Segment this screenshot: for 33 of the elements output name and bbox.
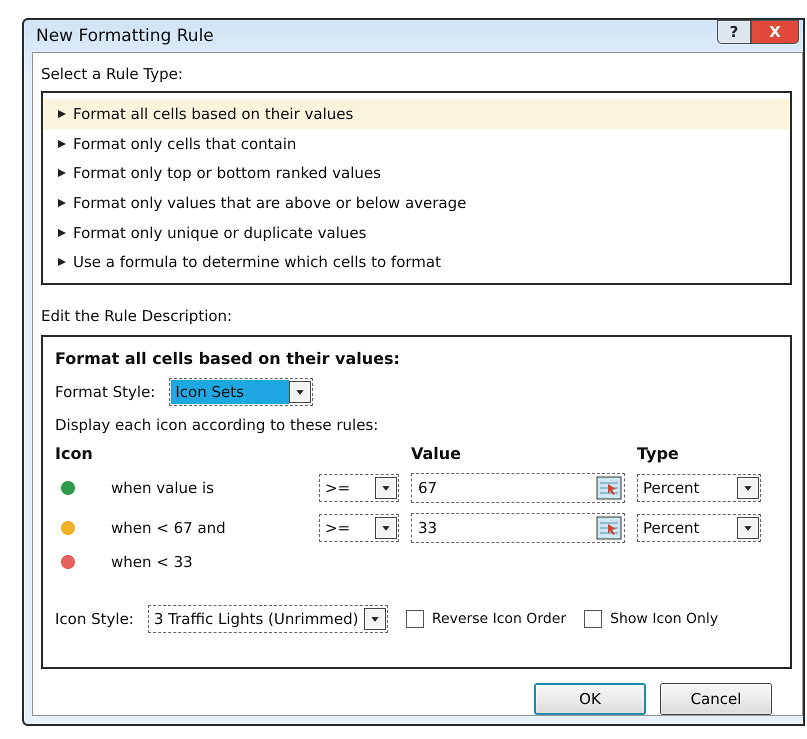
format-style-label: Format Style: — [55, 383, 156, 401]
rule-type-item[interactable]: Use a formula to determine which cells to format — [43, 247, 790, 278]
operator-dropdown[interactable]: >= — [319, 514, 399, 542]
dialog-button[interactable]: Cancel — [660, 683, 772, 715]
instruction-text: Display each icon according to these rules: — [55, 416, 380, 434]
format-style-dropdown[interactable]: Icon Sets — [169, 378, 314, 406]
rule-type-item[interactable]: Format only values that are above or below average — [43, 188, 790, 218]
checkbox-label: Show Icon Only — [610, 611, 718, 627]
type-dropdown[interactable]: Percent — [637, 474, 761, 502]
section-label: Select a Rule Type: — [41, 65, 184, 83]
rule-type-item[interactable]: Format only unique or duplicate values — [43, 218, 790, 248]
close-button[interactable]: X — [751, 20, 799, 44]
condition-text: when < 33 — [111, 553, 194, 571]
icon-style-label: Icon Style: — [55, 610, 134, 628]
operator-dropdown[interactable]: >= — [319, 474, 399, 502]
checkbox-label: Reverse Icon Order — [432, 611, 566, 627]
help-button[interactable]: ? — [717, 20, 751, 44]
rule-type-item[interactable]: Format only cells that contain — [43, 128, 790, 158]
column-header: Value — [411, 444, 462, 463]
value-field[interactable]: 67 — [411, 473, 625, 503]
dialog-button[interactable]: OK — [534, 683, 646, 715]
column-header: Type — [637, 444, 680, 463]
rule-heading: Format all cells based on their values: — [55, 349, 401, 368]
type-dropdown[interactable]: Percent — [637, 514, 761, 542]
value-field[interactable]: 33 — [411, 513, 625, 543]
rule-type-item[interactable]: Format only top or bottom ranked values — [43, 158, 790, 188]
section-label: Edit the Rule Description: — [41, 307, 234, 325]
rule-type-item[interactable]: Format all cells based on their values — [43, 99, 790, 129]
window-title: New Formatting Rule — [36, 26, 214, 46]
condition-text: when < 67 and — [111, 519, 227, 537]
condition-text: when value is — [111, 479, 216, 497]
column-header: Icon — [55, 444, 93, 463]
icon-style-dropdown[interactable]: 3 Traffic Lights (Unrimmed) — [148, 605, 388, 633]
